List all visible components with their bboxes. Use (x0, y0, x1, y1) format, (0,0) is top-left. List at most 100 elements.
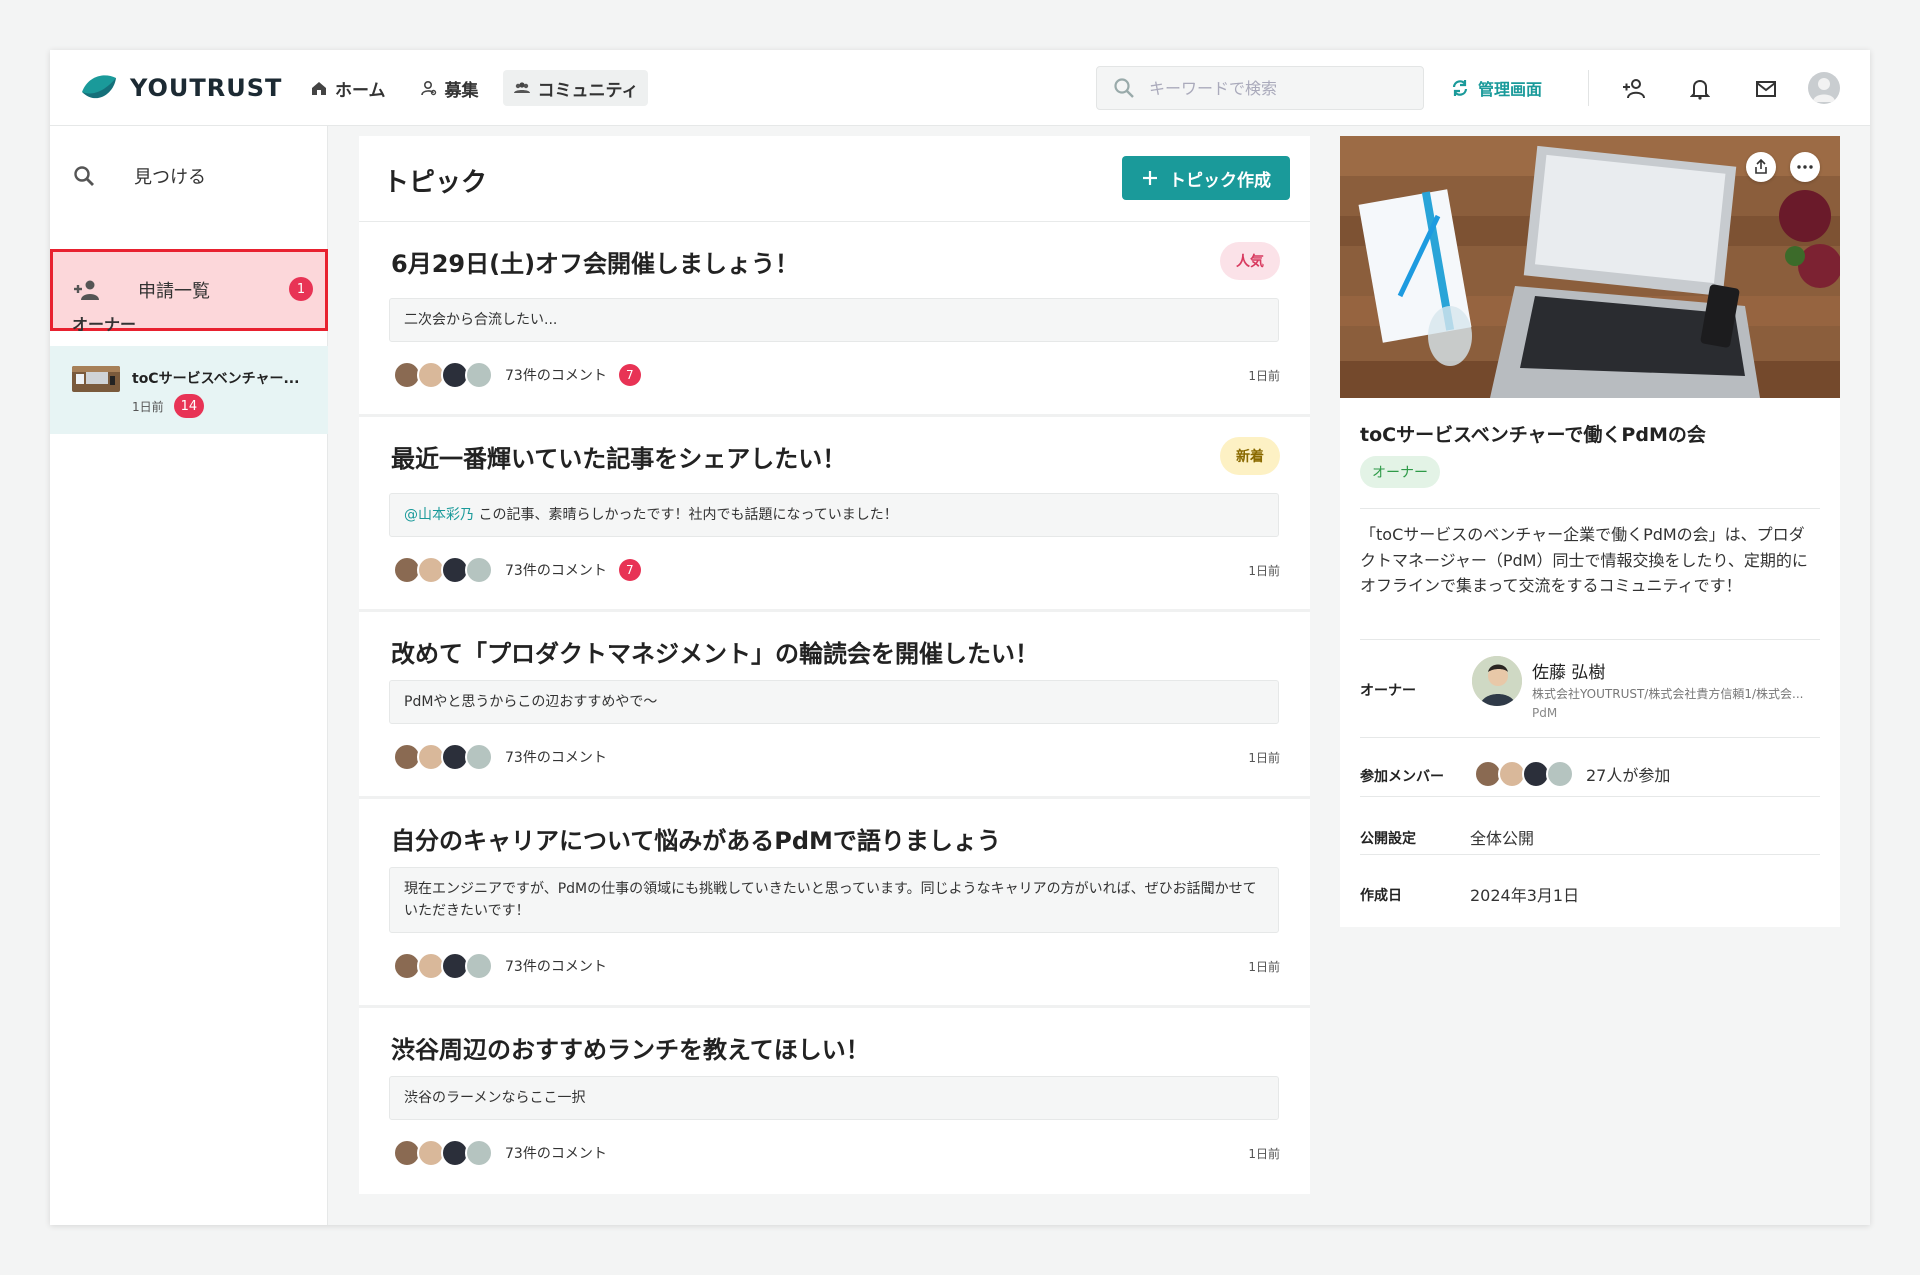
visibility-value: 全体公開 (1470, 829, 1535, 848)
topic-footer: 73件のコメント 1日前 (393, 1138, 1280, 1168)
sidebar-owner-heading: オーナー (72, 315, 137, 334)
topic-title: 6月29日(土)オフ会開催しましょう！ (391, 250, 800, 278)
comment-count: 73件のコメント (505, 959, 607, 975)
avatar (465, 952, 493, 980)
community-meta: 1日前 14 (132, 394, 205, 418)
topic-title: 渋谷周辺のおすすめランチを教えてほしい！ (391, 1036, 870, 1064)
youtrust-logo-icon (82, 75, 116, 99)
logo[interactable]: YOUTRUST (78, 70, 282, 106)
avatar (465, 743, 493, 771)
topic-item[interactable]: 渋谷周辺のおすすめランチを教えてほしい！ 渋谷のラーメンならここ一択 73件のコ… (359, 1008, 1310, 1194)
share-icon[interactable] (1746, 152, 1776, 182)
comment-count: 73件のコメント (505, 750, 607, 766)
commenter-avatars (393, 743, 493, 771)
owner-name[interactable]: 佐藤 弘樹 (1532, 658, 1605, 683)
topic-ago: 1日前 (1248, 368, 1280, 383)
more-icon[interactable] (1790, 152, 1820, 182)
admin-link[interactable]: 管理画面 (1450, 76, 1542, 100)
add-person-icon (74, 280, 99, 300)
plus-icon (1143, 171, 1157, 185)
topic-ago: 1日前 (1248, 959, 1280, 974)
community-info-panel: toCサービスベンチャーで働くPdMの会 オーナー 「toCサービスのベンチャー… (1340, 136, 1840, 927)
create-topic-button[interactable]: トピック作成 (1122, 156, 1290, 200)
divider (1360, 796, 1820, 797)
avatar (1546, 760, 1574, 788)
home-icon (312, 82, 326, 95)
user-avatar[interactable] (1808, 72, 1840, 104)
community-count-badge: 14 (173, 394, 205, 418)
app-window: YOUTRUST ホーム 募集 コミュニティ 管理画面 (50, 50, 1870, 1225)
divider (1360, 508, 1820, 509)
topic-item[interactable]: 最近一番輝いていた記事をシェアしたい！ 新着 @山本彩乃 この記事、素晴らしかっ… (359, 417, 1310, 612)
popular-tag: 人気 (1220, 242, 1280, 280)
unread-badge: 7 (618, 364, 641, 386)
divider (1360, 737, 1820, 738)
owner-avatar[interactable] (1472, 656, 1522, 706)
topic-footer: 73件のコメント 7 1日前 (393, 360, 1280, 390)
visibility-label: 公開設定 (1360, 831, 1416, 847)
nav-recruit[interactable]: 募集 (410, 70, 489, 106)
sync-icon (1452, 80, 1468, 96)
comment-count: 73件のコメント (505, 368, 607, 384)
topic-footer: 73件のコメント 1日前 (393, 742, 1280, 772)
created-value: 2024年3月1日 (1470, 886, 1580, 905)
left-sidebar: 見つける 申請一覧 1 オーナー toCサービスベンチャー... 1日前 14 (50, 126, 328, 1225)
avatar (465, 1139, 493, 1167)
avatar (465, 556, 493, 584)
topic-ago: 1日前 (1248, 750, 1280, 765)
owner-label: オーナー (1360, 683, 1416, 699)
owner-role-tag: オーナー (1360, 456, 1440, 488)
commenter-avatars (393, 1139, 493, 1167)
search-icon (1114, 78, 1134, 98)
topic-footer: 73件のコメント 7 1日前 (393, 555, 1280, 585)
topic-item[interactable]: 6月29日(土)オフ会開催しましょう！ 人気 二次会から合流したい... 73件… (359, 222, 1310, 417)
logo-text: YOUTRUST (130, 74, 283, 102)
nav-community[interactable]: コミュニティ (502, 70, 649, 106)
sidebar-community-item[interactable]: toCサービスベンチャー... 1日前 14 (50, 346, 328, 434)
search-input[interactable] (1149, 78, 1389, 98)
header-divider (1588, 70, 1589, 106)
topic-ago: 1日前 (1248, 563, 1280, 578)
mention-link[interactable]: @山本彩乃 (404, 507, 474, 523)
nav-community-label: コミュニティ (537, 80, 639, 101)
owner-organization: 株式会社YOUTRUST/株式会社貴方信頼1/株式会... (1532, 687, 1804, 701)
topic-preview: 現在エンジニアですが、PdMの仕事の領域にも挑戦していきたいと思っています。同じ… (389, 867, 1279, 933)
topic-title: 最近一番輝いていた記事をシェアしたい！ (391, 445, 847, 473)
community-cover-image (1340, 136, 1840, 398)
topic-footer: 73件のコメント 1日前 (393, 951, 1280, 981)
created-label: 作成日 (1360, 888, 1402, 904)
requests-count-badge: 1 (289, 277, 313, 301)
topic-item[interactable]: 改めて「プロダクトマネジメント」の輪読会を開催したい！ PdMやと思うからこの辺… (359, 612, 1310, 799)
unread-badge: 7 (618, 559, 641, 581)
member-list[interactable]: 27人が参加 (1474, 760, 1670, 788)
topic-title: 改めて「プロダクトマネジメント」の輪読会を開催したい！ (391, 640, 1039, 668)
add-friend-icon[interactable] (1621, 76, 1647, 102)
new-tag: 新着 (1220, 437, 1280, 475)
group-icon (513, 82, 530, 93)
topic-preview: @山本彩乃 この記事、素晴らしかったです！社内でも話題になっていました！ (389, 493, 1279, 537)
nav-home[interactable]: ホーム (300, 70, 396, 106)
admin-label: 管理画面 (1478, 80, 1543, 99)
comment-count: 73件のコメント (505, 1146, 607, 1162)
community-description: 「toCサービスのベンチャー企業で働くPdMの会」は、プロダクトマネージャー（P… (1360, 525, 1808, 596)
owner-job-title: PdM (1532, 706, 1558, 720)
topic-title: 自分のキャリアについて悩みがあるPdMで語りましょう (391, 827, 1001, 855)
person-search-icon (420, 80, 436, 96)
topic-ago: 1日前 (1248, 1146, 1280, 1161)
topic-preview: 二次会から合流したい... (389, 298, 1279, 342)
main-nav: ホーム 募集 コミュニティ (300, 70, 649, 106)
page-title: トピック (383, 168, 488, 198)
members-label: 参加メンバー (1360, 769, 1444, 785)
search-box[interactable] (1096, 66, 1424, 110)
sidebar-item-requests-label: 申請一覧 (138, 281, 210, 302)
mail-icon[interactable] (1753, 76, 1779, 102)
avatar (465, 361, 493, 389)
community-title: toCサービスベンチャーで働くPdMの会 (1360, 424, 1706, 446)
nav-home-label: ホーム (335, 80, 386, 101)
topic-item[interactable]: 自分のキャリアについて悩みがあるPdMで語りましょう 現在エンジニアですが、Pd… (359, 799, 1310, 1008)
commenter-avatars (393, 556, 493, 584)
bell-icon[interactable] (1687, 76, 1713, 102)
topic-preview: 渋谷のラーメンならここ一択 (389, 1076, 1279, 1120)
sidebar-item-find[interactable]: 見つける (50, 144, 328, 208)
comment-count: 73件のコメント (505, 563, 607, 579)
